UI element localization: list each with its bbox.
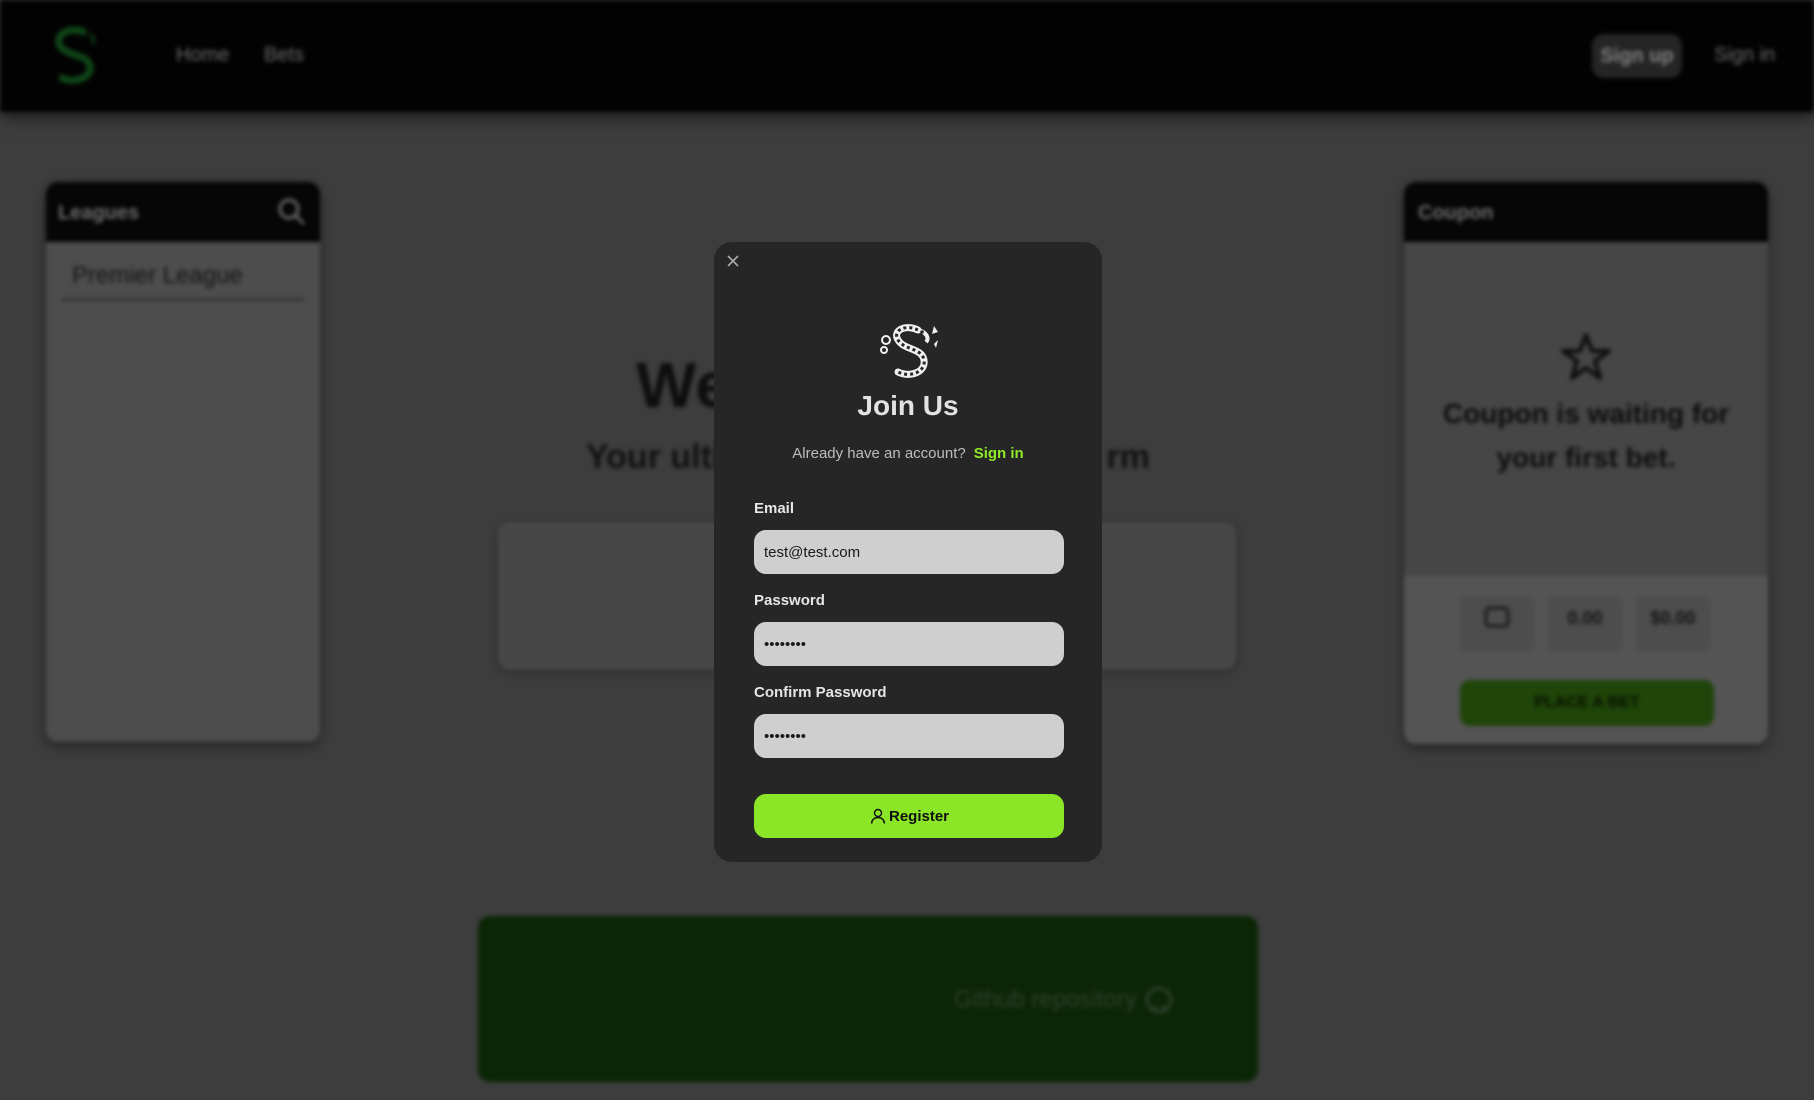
register-label: Register	[888, 807, 950, 825]
close-icon	[727, 255, 739, 267]
signin-link[interactable]: Sign in	[974, 445, 1024, 462]
already-account-text: Already have an account?	[792, 445, 966, 462]
register-button[interactable]: Register	[754, 794, 1064, 838]
confirm-password-field[interactable]	[754, 714, 1064, 758]
password-field[interactable]	[754, 622, 1064, 666]
close-button[interactable]	[722, 250, 744, 272]
user-icon	[870, 808, 886, 824]
modal-title: Join Us	[857, 390, 959, 421]
register-modal: Join Us Already have an account? Sign in …	[714, 242, 1102, 862]
email-label: Email	[754, 500, 795, 517]
snake-logo-icon	[880, 324, 938, 378]
email-field[interactable]	[754, 530, 1064, 574]
password-label: Password	[754, 592, 825, 609]
signin-prompt: Already have an account? Sign in	[714, 445, 1102, 462]
confirm-password-label: Confirm Password	[754, 684, 887, 701]
